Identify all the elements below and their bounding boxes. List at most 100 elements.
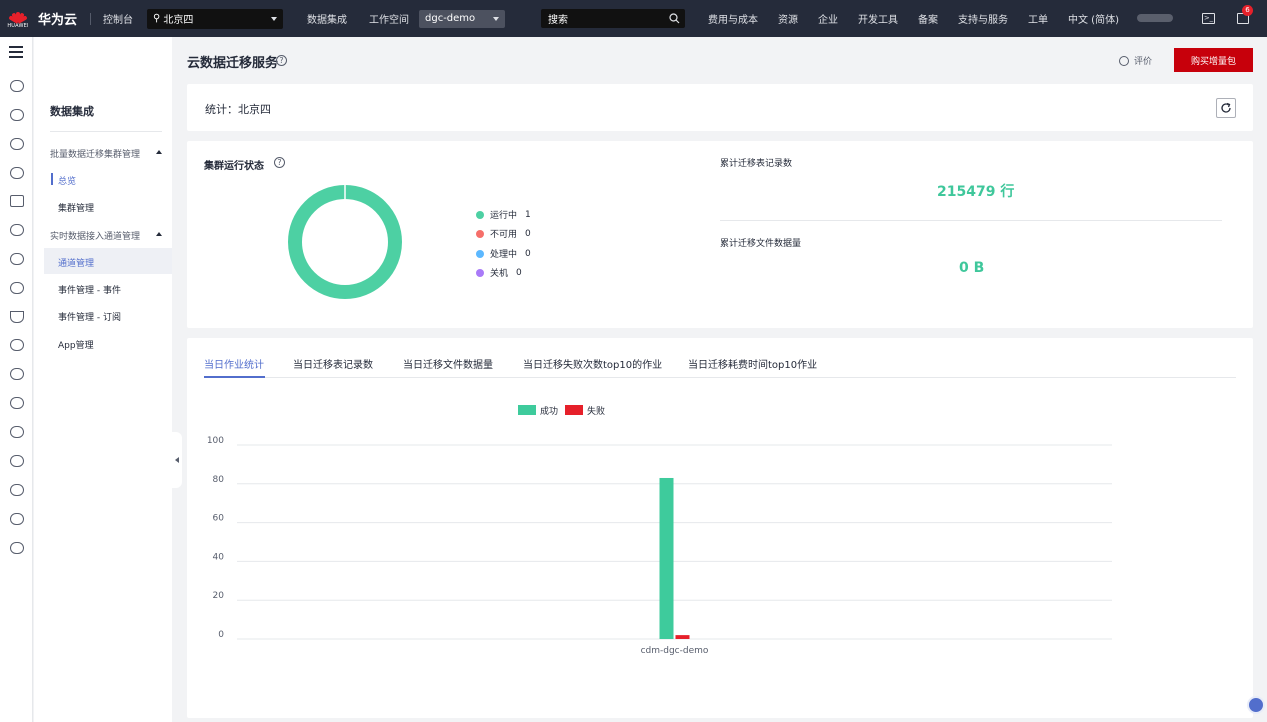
cloud-upload-icon[interactable] (10, 253, 24, 265)
account-name-blurred[interactable] (1137, 14, 1173, 22)
storage-icon[interactable] (10, 542, 24, 554)
legend-label: 运行中 (490, 211, 518, 221)
database-icon[interactable] (10, 138, 24, 150)
legend-label: 关机 (490, 269, 509, 279)
security-icon[interactable] (10, 426, 24, 438)
sidebar-item-app[interactable]: App管理 (58, 338, 94, 351)
tab-duration-top10[interactable]: 当日迁移耗费时间top10作业 (688, 356, 817, 371)
refresh-button[interactable] (1216, 98, 1236, 118)
region-selector[interactable]: ⚲ 北京四 (147, 8, 283, 29)
files-value: 0 B (959, 260, 985, 276)
cloud-icon[interactable] (10, 109, 24, 121)
nav-resources[interactable]: 资源 (778, 11, 798, 26)
chevron-down-icon (271, 16, 277, 21)
nav-devtools[interactable]: 开发工具 (858, 11, 898, 26)
cluster-donut-chart (288, 185, 402, 299)
legend-label-1: 失败 (587, 405, 605, 417)
page-title: 云数据迁移服务 (187, 56, 279, 71)
monitor-icon[interactable] (10, 339, 24, 351)
help-icon[interactable]: ? (274, 157, 285, 168)
x-tick-label-0: cdm-dgc-demo (641, 646, 709, 656)
cloud-shell-icon[interactable]: >_ (1202, 13, 1215, 24)
buy-package-button[interactable]: 购买增量包 (1174, 48, 1253, 72)
sidebar-item-subscribe[interactable]: 事件管理 - 订阅 (58, 310, 121, 323)
legend-dot-shutdown (476, 268, 484, 277)
legend-dot-running (476, 210, 484, 219)
legend-swatch-0 (518, 405, 536, 415)
nav-enterprise[interactable]: 企业 (818, 11, 838, 26)
legend-dot-processing (476, 249, 484, 258)
smile-icon (1119, 56, 1129, 66)
legend-shutdown[interactable]: 关机 0 (476, 266, 522, 279)
tab-failure-top10[interactable]: 当日迁移失败次数top10的作业 (523, 356, 662, 371)
logo-text: HUAWEI (7, 23, 29, 29)
daily-stats-card: 当日作业统计 当日迁移表记录数 当日迁移文件数据量 当日迁移失败次数top10的… (187, 338, 1253, 718)
legend-label-0: 成功 (540, 405, 558, 417)
y-tick-label-4: 80 (213, 475, 225, 485)
sidebar-item-overview[interactable]: 总览 (58, 174, 76, 187)
tab-table-records[interactable]: 当日迁移表记录数 (293, 356, 373, 371)
y-tick-label-2: 40 (213, 552, 225, 562)
donut-segment-running (288, 185, 402, 299)
cluster-icon[interactable] (10, 368, 24, 380)
tab-daily-jobs[interactable]: 当日作业统计 (204, 356, 264, 371)
menu-icon[interactable] (9, 46, 23, 58)
sidebar-item-channel[interactable]: 通道管理 (58, 256, 94, 269)
chat-support-icon[interactable] (1247, 696, 1265, 714)
deploy-icon[interactable] (10, 311, 24, 323)
bar-成功-cdm-dgc-demo (659, 477, 674, 639)
analytics-icon[interactable] (10, 484, 24, 496)
sidebar-group-realtime[interactable]: 实时数据接入通道管理 (50, 229, 162, 242)
service-icon-rail (0, 37, 33, 722)
ai-model-icon[interactable] (10, 167, 24, 179)
legend-dot-unavailable (476, 229, 484, 238)
y-tick-label-3: 60 (213, 514, 225, 524)
sidebar-collapse-handle[interactable] (172, 432, 182, 488)
notification-badge: 6 (1242, 5, 1253, 16)
y-tick-label-5: 100 (207, 436, 224, 446)
globe-icon[interactable] (10, 397, 24, 409)
search-service-icon[interactable] (10, 513, 24, 525)
sidebar-item-cluster[interactable]: 集群管理 (58, 201, 94, 214)
records-value: 215479 行 (937, 184, 1015, 200)
legend-value: 0 (525, 248, 531, 259)
nav-tickets[interactable]: 工单 (1028, 11, 1048, 26)
hexagon-icon[interactable] (10, 455, 24, 467)
tab-file-volume[interactable]: 当日迁移文件数据量 (403, 356, 493, 371)
metric-divider (720, 220, 1222, 221)
legend-running[interactable]: 运行中 1 (476, 208, 531, 221)
sidebar-group-label: 批量数据迁移集群管理 (50, 150, 141, 160)
sidebar-group-batch[interactable]: 批量数据迁移集群管理 (50, 147, 162, 160)
sidebar-item-event[interactable]: 事件管理 - 事件 (58, 283, 121, 296)
huawei-flower-icon (8, 8, 28, 24)
nav-language[interactable]: 中文 (简体) (1068, 11, 1119, 26)
search-icon[interactable] (669, 13, 680, 24)
search-input[interactable]: 搜索 (541, 9, 685, 28)
nav-support[interactable]: 支持与服务 (958, 11, 1008, 26)
nav-filing[interactable]: 备案 (918, 11, 938, 26)
container-icon[interactable] (10, 195, 24, 207)
top-right-menu: 费用与成本 资源 企业 开发工具 备案 支持与服务 工单 中文 (简体) (708, 0, 1139, 37)
brand-name[interactable]: 华为云 (38, 9, 82, 28)
cloud-sync-icon[interactable] (10, 282, 24, 294)
cluster-status-title: 集群运行状态 (204, 161, 264, 172)
y-tick-label-0: 0 (218, 630, 224, 640)
console-link[interactable]: 控制台 (103, 11, 133, 26)
huawei-logo[interactable]: HUAWEI (0, 0, 36, 37)
cloud-server-icon[interactable] (10, 80, 24, 92)
legend-unavailable[interactable]: 不可用 0 (476, 227, 531, 240)
workspace-selector[interactable]: dgc-demo (419, 9, 505, 28)
location-pin-icon: ⚲ (153, 13, 161, 24)
legend-processing[interactable]: 处理中 0 (476, 247, 531, 260)
sidebar-group-label: 实时数据接入通道管理 (50, 232, 141, 242)
bar-失败-cdm-dgc-demo (675, 635, 690, 639)
sidebar-title: 数据集成 (50, 105, 94, 118)
chevron-up-icon (156, 232, 162, 236)
daily-jobs-bar-chart: 成功 失败 0 20 40 60 80 100 cdm-dgc-demo (207, 405, 1112, 656)
rate-link[interactable]: 评价 (1119, 54, 1152, 67)
data-integration-link[interactable]: 数据集成 (307, 11, 347, 26)
nav-cost[interactable]: 费用与成本 (708, 11, 758, 26)
cluster-status-card: 集群运行状态 ? 运行中 1 不可用 0 处理中 0 关机 0 累计迁移表记录数… (187, 141, 1253, 328)
network-icon[interactable] (10, 224, 24, 236)
help-icon[interactable]: ? (276, 55, 287, 66)
